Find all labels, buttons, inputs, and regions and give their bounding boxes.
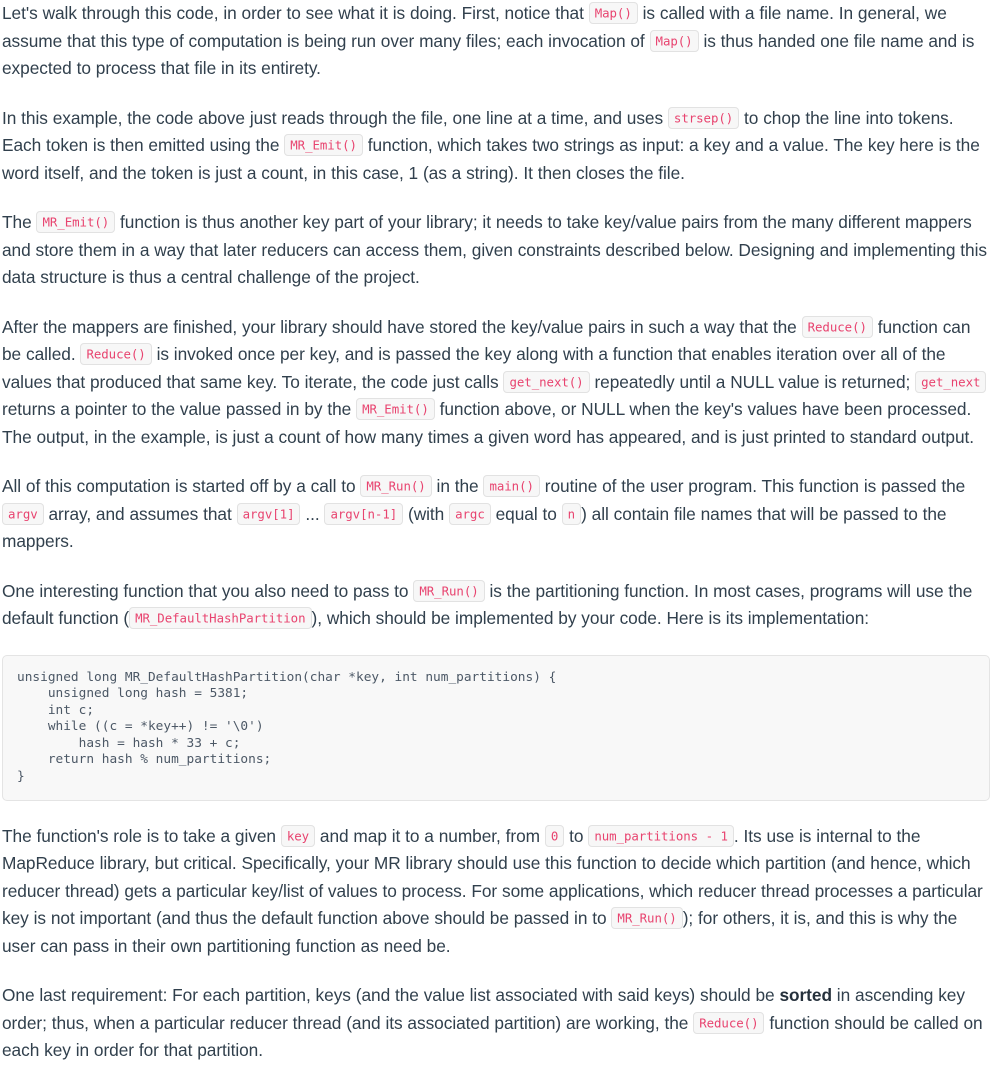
- inline-code-zero: 0: [544, 824, 565, 847]
- inline-code-mr-emit: MR_Emit(): [284, 134, 363, 156]
- inline-code-main: main(): [483, 475, 540, 497]
- inline-code-key: key: [280, 824, 316, 847]
- text-run: One last requirement: For each partition…: [2, 985, 780, 1006]
- paragraph-2: In this example, the code above just rea…: [2, 105, 990, 188]
- inline-code-mr-run: MR_Run(): [413, 579, 485, 602]
- inline-code-argv: argv: [2, 502, 44, 525]
- inline-code-mr-emit: MR_Emit(): [356, 398, 435, 420]
- code-block-mr-defaulthashpartition: unsigned long MR_DefaultHashPartition(ch…: [2, 654, 990, 801]
- text-run: One interesting function that you also n…: [2, 580, 414, 601]
- inline-code-reduce: Reduce(): [80, 343, 152, 365]
- paragraph-4: After the mappers are finished, your lib…: [2, 314, 990, 452]
- inline-code-argc: argc: [449, 502, 491, 525]
- text-run: All of this computation is started off b…: [2, 476, 361, 496]
- inline-code-reduce: Reduce(): [801, 315, 873, 338]
- text-run: routine of the user program. This functi…: [539, 476, 966, 496]
- inline-code-mr-run: MR_Run(): [611, 907, 683, 930]
- text-run: in the: [431, 476, 484, 496]
- inline-code-get-next: get_next(): [503, 370, 590, 393]
- inline-code-mr-emit: MR_Emit(): [36, 211, 116, 233]
- inline-code-n: n: [561, 502, 582, 525]
- inline-code-map: Map(): [649, 29, 699, 52]
- paragraph-5: All of this computation is started off b…: [2, 473, 990, 556]
- inline-code-reduce: Reduce(): [693, 1011, 765, 1034]
- text-run: array, and assumes that: [43, 503, 237, 524]
- text-run: ), which should be implemented by your c…: [311, 608, 870, 628]
- text-run: ...: [300, 503, 325, 524]
- document-body: Let's walk through this code, in order t…: [0, 0, 996, 1065]
- inline-code-argv-1: argv[1]: [236, 502, 301, 525]
- text-run: and map it to a number, from: [315, 825, 545, 846]
- inline-code-mr-run: MR_Run(): [360, 475, 432, 497]
- text-run: The function's role is to take a given: [2, 825, 281, 846]
- text-run: to: [564, 825, 589, 846]
- paragraph-1: Let's walk through this code, in order t…: [2, 0, 990, 83]
- text-run: The: [2, 212, 37, 232]
- text-run: function is thus another key part of you…: [2, 212, 987, 287]
- text-run: equal to: [490, 503, 562, 524]
- inline-code-mr-defaulthashpartition: MR_DefaultHashPartition: [129, 607, 312, 629]
- inline-code-argv-n-1: argv[n-1]: [324, 502, 404, 525]
- text-run: In this example, the code above just rea…: [2, 107, 668, 128]
- paragraph-6: One interesting function that you also n…: [2, 578, 990, 633]
- emphasis-sorted: sorted: [779, 985, 832, 1006]
- inline-code-strsep: strsep(): [667, 106, 740, 129]
- paragraph-3: The MR_Emit() function is thus another k…: [2, 209, 990, 292]
- paragraph-7: The function's role is to take a given k…: [2, 823, 990, 961]
- inline-code-map: Map(): [588, 2, 638, 24]
- text-run: returns a pointer to the value passed in…: [2, 399, 357, 419]
- text-run: repeatedly until a NULL value is returne…: [589, 371, 916, 392]
- text-run: After the mappers are finished, your lib…: [2, 316, 802, 337]
- inline-code-num-partitions-minus-1: num_partitions - 1: [588, 824, 734, 847]
- paragraph-8: One last requirement: For each partition…: [2, 982, 990, 1065]
- text-run: Let's walk through this code, in order t…: [2, 3, 589, 23]
- inline-code-get-next: get_next: [915, 370, 987, 393]
- text-run: (with: [403, 503, 450, 524]
